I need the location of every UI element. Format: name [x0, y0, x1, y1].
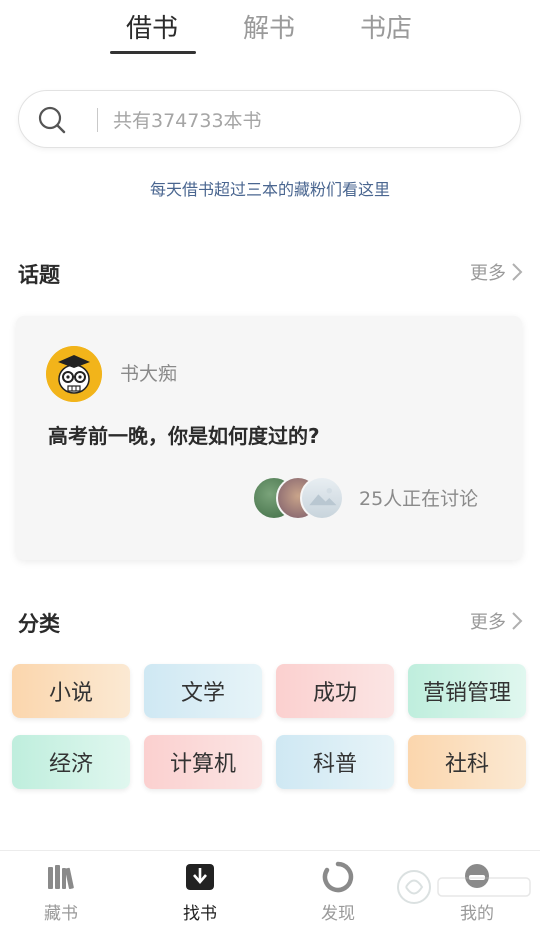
nav-bookshelf[interactable]: 藏书	[21, 861, 101, 924]
nav-bookshelf-label: 藏书	[44, 904, 78, 924]
topics-section-title: 话题	[18, 263, 60, 287]
promo-link[interactable]: 每天借书超过三本的藏粉们看这里	[0, 176, 540, 200]
discussion-count: 25人正在讨论	[359, 488, 479, 510]
tab-borrow[interactable]: 借书	[102, 8, 202, 45]
discover-icon	[322, 861, 354, 893]
active-tab-indicator	[110, 51, 196, 54]
category-literature[interactable]: 文学	[144, 664, 262, 718]
author-avatar[interactable]	[46, 346, 102, 402]
category-economy[interactable]: 经济	[12, 735, 130, 789]
category-computer[interactable]: 计算机	[144, 735, 262, 789]
category-section-title: 分类	[18, 612, 60, 636]
search-bar[interactable]: 共有374733本书	[18, 90, 521, 148]
nav-find-book-label: 找书	[183, 904, 217, 924]
nav-discover-label: 发现	[321, 904, 355, 924]
participant-avatar	[300, 476, 344, 520]
chevron-right-icon	[512, 612, 523, 630]
category-more-label: 更多	[470, 612, 506, 633]
skull-scholar-icon	[46, 346, 102, 402]
search-divider	[97, 108, 98, 132]
category-novel[interactable]: 小说	[12, 664, 130, 718]
nav-find-book[interactable]: 找书	[160, 861, 240, 924]
category-more-link[interactable]: 更多	[470, 608, 524, 634]
author-name[interactable]: 书大痴	[120, 359, 177, 386]
tab-explain[interactable]: 解书	[219, 8, 319, 45]
topics-more-link[interactable]: 更多	[470, 259, 524, 285]
category-marketing[interactable]: 营销管理	[408, 664, 526, 718]
bookshelf-icon	[48, 865, 74, 890]
topics-more-label: 更多	[470, 263, 506, 284]
landscape-icon	[309, 488, 337, 506]
find-book-icon	[186, 864, 214, 890]
search-icon	[38, 106, 66, 134]
category-social-science[interactable]: 社科	[408, 735, 526, 789]
topic-title[interactable]: 高考前一晚，你是如何度过的?	[48, 420, 320, 449]
watermark-logo	[397, 870, 531, 904]
chevron-right-icon	[512, 263, 523, 281]
tab-bookstore[interactable]: 书店	[336, 8, 436, 45]
nav-discover[interactable]: 发现	[298, 861, 378, 924]
category-success[interactable]: 成功	[276, 664, 394, 718]
topic-card[interactable]: 书大痴 高考前一晚，你是如何度过的? 25人正在讨论	[16, 316, 522, 560]
search-placeholder: 共有374733本书	[113, 110, 262, 132]
category-science[interactable]: 科普	[276, 735, 394, 789]
top-tab-bar: 借书 解书 书店	[0, 0, 540, 60]
participant-avatars	[252, 476, 352, 522]
